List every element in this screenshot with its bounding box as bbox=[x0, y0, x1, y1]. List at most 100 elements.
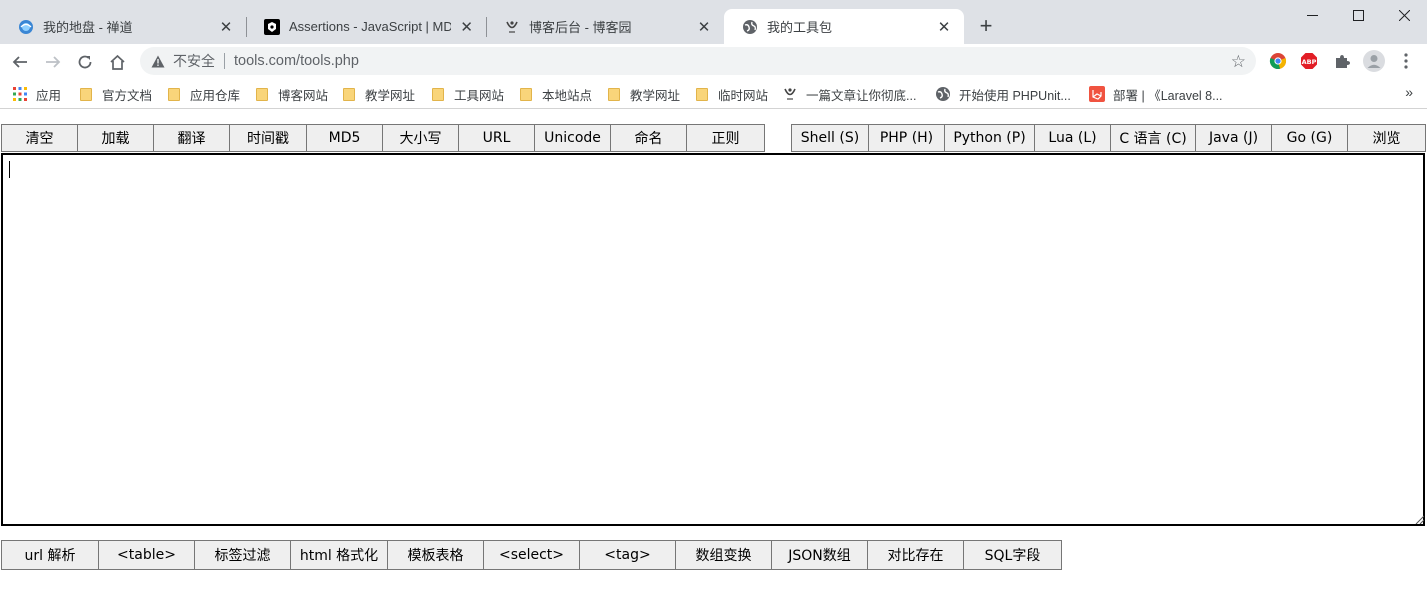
tag-filter-button[interactable]: 标签过滤 bbox=[194, 540, 290, 570]
window-close-button[interactable] bbox=[1381, 0, 1427, 30]
folder-icon bbox=[694, 86, 710, 102]
tab-cnblogs[interactable]: 博客后台 - 博客园 ✕ bbox=[486, 9, 724, 44]
close-icon[interactable]: ✕ bbox=[694, 17, 714, 37]
tab-mdn[interactable]: Assertions - JavaScript | MDN ✕ bbox=[246, 9, 486, 44]
address-bar[interactable]: 不安全 tools.com/tools.php ☆ bbox=[140, 47, 1256, 75]
close-icon[interactable]: ✕ bbox=[457, 17, 476, 37]
minimize-icon bbox=[1306, 14, 1318, 16]
translate-button[interactable]: 翻译 bbox=[153, 124, 229, 152]
apps-grid-icon bbox=[12, 86, 28, 102]
python-button[interactable]: Python (P) bbox=[944, 124, 1034, 152]
array-transform-button[interactable]: 数组变换 bbox=[675, 540, 771, 570]
bookmark-label: 临时网站 bbox=[718, 88, 769, 103]
reload-button[interactable] bbox=[71, 48, 99, 76]
maximize-icon bbox=[1352, 9, 1364, 21]
bookmark-folder[interactable]: 应用仓库 bbox=[166, 85, 240, 103]
url-text[interactable]: tools.com/tools.php bbox=[234, 53, 359, 69]
browse-button[interactable]: 浏览 bbox=[1347, 124, 1426, 152]
table-tag-button[interactable]: <table> bbox=[98, 540, 194, 570]
bookmark-folder[interactable]: 教学网址 bbox=[606, 85, 680, 103]
top-tool-buttons-left: 清空 加载 翻译 时间戳 MD5 大小写 URL Unicode 命名 正则 bbox=[1, 124, 765, 152]
page-content: 清空 加载 翻译 时间戳 MD5 大小写 URL Unicode 命名 正则 S… bbox=[0, 110, 1427, 599]
close-icon[interactable]: ✕ bbox=[216, 17, 236, 37]
bookmark-folder[interactable]: 工具网站 bbox=[430, 85, 504, 103]
folder-icon bbox=[341, 86, 357, 102]
html-format-button[interactable]: html 格式化 bbox=[290, 540, 387, 570]
url-parse-button[interactable]: url 解析 bbox=[1, 540, 98, 570]
tab-title: 博客后台 - 博客园 bbox=[529, 20, 632, 35]
bookmark-phpunit[interactable]: 开始使用 PHPUnit... bbox=[935, 85, 1071, 103]
bookmark-label: 应用 bbox=[36, 88, 62, 103]
sql-field-button[interactable]: SQL字段 bbox=[963, 540, 1062, 570]
bookmark-label: 本地站点 bbox=[542, 88, 593, 103]
cnblogs-icon bbox=[504, 19, 520, 35]
unicode-button[interactable]: Unicode bbox=[534, 124, 610, 152]
php-button[interactable]: PHP (H) bbox=[868, 124, 944, 152]
clear-button[interactable]: 清空 bbox=[1, 124, 77, 152]
tab-title: Assertions - JavaScript | MDN bbox=[289, 19, 452, 34]
tag-button[interactable]: <tag> bbox=[579, 540, 675, 570]
warning-icon[interactable] bbox=[150, 53, 166, 69]
java-button[interactable]: Java (J) bbox=[1195, 124, 1271, 152]
bookmark-label: 开始使用 PHPUnit... bbox=[959, 88, 1071, 103]
bookmark-label: 官方文档 bbox=[102, 88, 153, 103]
profile-avatar-icon[interactable] bbox=[1363, 50, 1385, 72]
arrow-left-icon bbox=[12, 56, 27, 68]
c-language-button[interactable]: C 语言 (C) bbox=[1110, 124, 1195, 152]
bookmark-label: 教学网址 bbox=[365, 88, 416, 103]
bookmark-label: 部署 | 《Laravel 8... bbox=[1113, 88, 1223, 103]
bookmark-label: 应用仓库 bbox=[190, 88, 241, 103]
zentao-icon bbox=[18, 19, 34, 35]
browser-toolbar: 不安全 tools.com/tools.php ☆ ABP bbox=[0, 44, 1427, 78]
minimize-button[interactable] bbox=[1289, 0, 1335, 30]
shell-button[interactable]: Shell (S) bbox=[791, 124, 868, 152]
new-tab-button[interactable]: + bbox=[974, 13, 998, 38]
lua-button[interactable]: Lua (L) bbox=[1034, 124, 1110, 152]
tab-zentao[interactable]: 我的地盘 - 禅道 ✕ bbox=[0, 9, 246, 44]
star-icon[interactable]: ☆ bbox=[1231, 52, 1246, 72]
code-editor-textarea[interactable] bbox=[1, 153, 1425, 526]
home-icon bbox=[109, 54, 125, 70]
load-button[interactable]: 加载 bbox=[77, 124, 153, 152]
laravel-icon bbox=[1089, 86, 1105, 102]
md5-button[interactable]: MD5 bbox=[306, 124, 382, 152]
folder-icon bbox=[430, 86, 446, 102]
bookmark-folder[interactable]: 本地站点 bbox=[518, 85, 592, 103]
naming-button[interactable]: 命名 bbox=[610, 124, 686, 152]
home-button[interactable] bbox=[103, 48, 131, 76]
puzzle-icon[interactable] bbox=[1333, 52, 1351, 70]
bookmarks-overflow-button[interactable]: » bbox=[1405, 84, 1413, 100]
select-tag-button[interactable]: <select> bbox=[483, 540, 579, 570]
bookmark-laravel[interactable]: 部署 | 《Laravel 8... bbox=[1089, 85, 1223, 103]
more-menu-icon[interactable] bbox=[1397, 52, 1415, 70]
folder-icon bbox=[166, 86, 182, 102]
timestamp-button[interactable]: 时间戳 bbox=[229, 124, 306, 152]
close-icon[interactable]: ✕ bbox=[934, 17, 954, 37]
tab-toolkit[interactable]: 我的工具包 ✕ bbox=[724, 9, 964, 44]
back-button[interactable] bbox=[6, 48, 34, 76]
folder-icon bbox=[606, 86, 622, 102]
bookmark-folder[interactable]: 教学网址 bbox=[341, 85, 415, 103]
maximize-button[interactable] bbox=[1335, 0, 1381, 30]
adblock-icon[interactable]: ABP bbox=[1300, 52, 1318, 70]
compare-exists-button[interactable]: 对比存在 bbox=[867, 540, 963, 570]
bookmark-label: 博客网站 bbox=[278, 88, 329, 103]
bookmark-folder[interactable]: 博客网站 bbox=[254, 85, 328, 103]
bookmark-folder[interactable]: 官方文档 bbox=[78, 85, 152, 103]
bookmark-apps[interactable]: 应用 bbox=[12, 85, 61, 103]
regex-button[interactable]: 正则 bbox=[686, 124, 765, 152]
tab-title: 我的地盘 - 禅道 bbox=[43, 20, 133, 35]
top-tool-buttons-right: Shell (S) PHP (H) Python (P) Lua (L) C 语… bbox=[791, 124, 1426, 152]
url-button[interactable]: URL bbox=[458, 124, 534, 152]
json-array-button[interactable]: JSON数组 bbox=[771, 540, 867, 570]
bookmark-folder[interactable]: 临时网站 bbox=[694, 85, 768, 103]
case-button[interactable]: 大小写 bbox=[382, 124, 458, 152]
template-table-button[interactable]: 模板表格 bbox=[387, 540, 483, 570]
security-label[interactable]: 不安全 bbox=[173, 51, 215, 71]
go-button[interactable]: Go (G) bbox=[1271, 124, 1347, 152]
forward-button[interactable] bbox=[39, 48, 67, 76]
bookmark-cnblogs[interactable]: 一篇文章让你彻底... bbox=[782, 85, 916, 103]
chrome-extension-icon[interactable] bbox=[1269, 52, 1287, 70]
bookmark-label: 一篇文章让你彻底... bbox=[806, 88, 917, 103]
resize-handle-icon[interactable] bbox=[1415, 515, 1424, 524]
